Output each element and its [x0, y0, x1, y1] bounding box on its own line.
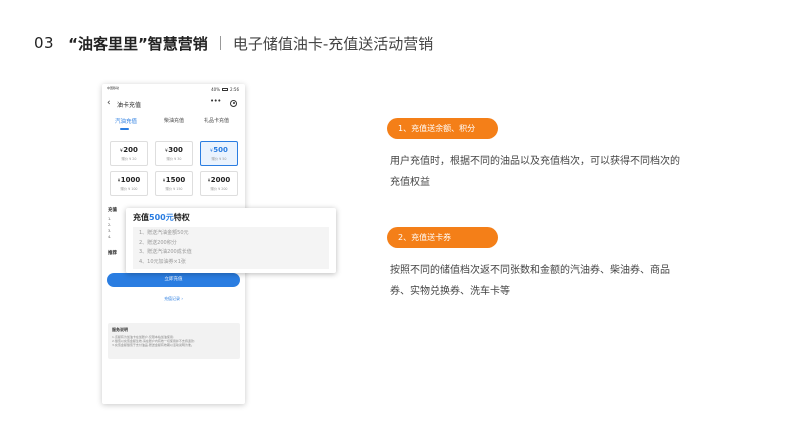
privilege-line-stub: 4. — [108, 235, 112, 239]
amount-option-1000[interactable]: ¥1000 赠价 ¥ 100 — [110, 171, 148, 196]
slide-number: 03 — [34, 34, 55, 52]
title-divider — [219, 36, 221, 50]
recommend-stub: 推荐 — [108, 251, 117, 256]
amount-option-300[interactable]: ¥300 赠价 ¥ 30 — [155, 141, 193, 166]
amount-value: ¥2000 — [207, 176, 231, 184]
privilege-line-stub: 3. — [108, 229, 112, 233]
back-icon[interactable]: ‹ — [107, 98, 111, 108]
privilege-heading-stub: 充值 — [108, 208, 117, 213]
nav-bar: ‹ 油卡充值 ••• — [102, 96, 245, 112]
slide-header: 03 “油客里里”智慧营销 电子储值油卡-充值送活动营销 — [34, 31, 433, 55]
service-notes: 服务说明 1.该额有为加油卡在加账户,仅限本站加油使用; 2.储值以充值金额生效… — [108, 323, 240, 359]
amount-value: ¥200 — [120, 146, 138, 154]
privilege-line-stub: 1. — [108, 217, 112, 221]
tab-gift-card[interactable]: 礼品卡充值 — [204, 117, 229, 124]
status-bar: 中国移动 40% 2:56 — [102, 84, 245, 96]
active-tab-indicator — [120, 128, 129, 130]
amount-gift: 赠价 ¥ 20 — [121, 157, 137, 161]
slide-title: “油客里里”智慧营销 — [68, 34, 208, 53]
recharge-record-link[interactable]: 充值记录 › — [102, 296, 245, 302]
recharge-now-button[interactable]: 立即充值 — [107, 273, 240, 287]
feature-pill-coupons: 2、充值送卡券 — [387, 227, 498, 248]
battery-percent: 40% — [211, 87, 221, 92]
privilege-card: 充值500元特权 1、赠送汽油金额50元 2、赠送200积分 3、赠送汽油200… — [126, 208, 336, 273]
privilege-item: 1、赠送汽油金额50元 — [139, 230, 189, 236]
amount-gift: 赠价 ¥ 200 — [210, 187, 228, 191]
feature-description-coupons: 按照不同的储值档次返不同张数和金额的汽油券、柴油券、商品券、实物兑换券、洗车卡等 — [390, 265, 670, 297]
privilege-title: 充值500元特权 — [133, 213, 190, 222]
privilege-item: 2、赠送200积分 — [139, 239, 177, 246]
nav-title: 油卡充值 — [117, 102, 142, 109]
more-icon[interactable]: ••• — [210, 97, 221, 105]
amount-option-500[interactable]: ¥500 赠价 ¥ 50 — [200, 141, 238, 166]
close-icon[interactable] — [230, 99, 237, 107]
amount-gift: 赠价 ¥ 150 — [165, 187, 183, 191]
amount-value: ¥300 — [165, 146, 183, 154]
status-carrier: 中国移动 — [107, 86, 120, 90]
amount-value: ¥1500 — [162, 176, 186, 184]
amount-option-200[interactable]: ¥200 赠价 ¥ 20 — [110, 141, 148, 166]
fuel-tabs: 汽油充值 柴油充值 礼品卡充值 — [102, 114, 245, 130]
privilege-item: 3、赠送汽油200成长值 — [139, 249, 192, 255]
slide-subtitle: 电子储值油卡-充值送活动营销 — [232, 34, 434, 53]
amount-value: ¥500 — [210, 146, 228, 154]
amount-option-2000[interactable]: ¥2000 赠价 ¥ 200 — [200, 171, 238, 196]
privilege-line-stub: 2. — [108, 223, 112, 227]
tab-gasoline[interactable]: 汽油充值 — [115, 117, 137, 125]
privilege-item: 4、10元加油券×1张 — [139, 258, 186, 265]
privilege-list: 1、赠送汽油金额50元 2、赠送200积分 3、赠送汽油200成长值 4、10元… — [133, 227, 329, 269]
amount-option-1500[interactable]: ¥1500 赠价 ¥ 150 — [155, 171, 193, 196]
amount-value: ¥1000 — [117, 176, 141, 184]
status-right: 40% 2:56 — [211, 87, 239, 92]
service-line: 3.充值金额储值于支付油品,赠送金额有效期以活动说明为准。 — [112, 343, 194, 347]
amount-gift: 赠价 ¥ 100 — [120, 187, 138, 191]
privilege-amount: 500元 — [149, 213, 174, 222]
status-time: 2:56 — [230, 87, 239, 92]
service-title: 服务说明 — [112, 327, 128, 332]
amount-gift: 赠价 ¥ 50 — [211, 157, 227, 161]
amount-gift: 赠价 ¥ 30 — [166, 157, 182, 161]
tab-diesel[interactable]: 柴油充值 — [164, 117, 184, 124]
feature-pill-balance-points: 1、充值送余额、积分 — [387, 118, 498, 139]
battery-icon — [222, 88, 229, 91]
feature-description-balance-points: 用户充值时，根据不同的油品以及充值档次，可以获得不同档次的充值权益 — [390, 156, 680, 188]
